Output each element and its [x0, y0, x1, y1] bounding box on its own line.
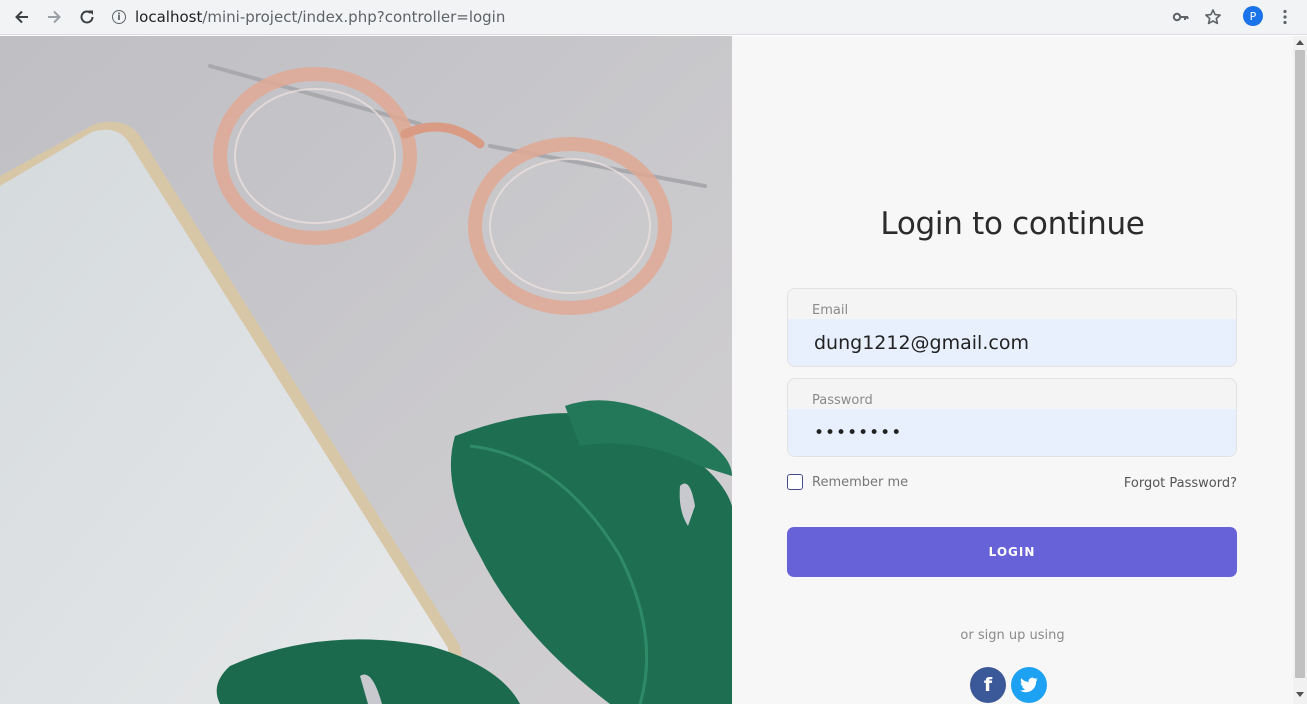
remember-me[interactable]: Remember me — [787, 474, 908, 490]
reload-icon[interactable] — [75, 5, 99, 29]
scroll-thumb[interactable] — [1295, 50, 1305, 678]
forgot-password-link[interactable]: Forgot Password? — [1124, 476, 1237, 491]
forward-icon[interactable] — [42, 5, 66, 29]
page: Login to continue Email dung1212@gmail.c… — [0, 36, 1293, 704]
photo-illustration — [0, 36, 732, 704]
address-bar[interactable]: i localhost/mini-project/index.php?contr… — [112, 5, 505, 29]
password-field[interactable]: Password •••••••• — [787, 378, 1237, 457]
login-panel: Login to continue Email dung1212@gmail.c… — [732, 36, 1293, 704]
login-button[interactable]: LOGIN — [787, 527, 1237, 577]
email-field[interactable]: Email dung1212@gmail.com — [787, 288, 1237, 367]
key-icon[interactable] — [1169, 5, 1193, 29]
scroll-down-arrow-icon[interactable] — [1296, 692, 1304, 697]
password-input[interactable]: •••••••• — [788, 409, 1236, 456]
signup-text: or sign up using — [960, 628, 1065, 643]
twitter-button[interactable] — [1011, 667, 1047, 703]
password-label: Password — [812, 393, 873, 408]
back-icon[interactable] — [10, 5, 34, 29]
more-vert-icon[interactable] — [1273, 5, 1297, 29]
url-host: localhost — [135, 8, 203, 26]
page-title: Login to continue — [880, 206, 1145, 242]
info-icon[interactable]: i — [112, 10, 126, 24]
remember-label[interactable]: Remember me — [812, 475, 908, 490]
remember-checkbox[interactable] — [787, 474, 803, 490]
facebook-button[interactable]: f — [970, 667, 1006, 703]
hero-photo — [0, 36, 732, 704]
email-input[interactable]: dung1212@gmail.com — [788, 319, 1236, 366]
scroll-up-arrow-icon[interactable] — [1296, 40, 1304, 45]
star-icon[interactable] — [1201, 5, 1225, 29]
profile-avatar[interactable]: P — [1243, 6, 1263, 26]
browser-toolbar: i localhost/mini-project/index.php?contr… — [0, 0, 1307, 35]
url-path: /mini-project/index.php?controller=login — [202, 8, 506, 26]
page-scrollbar[interactable] — [1293, 36, 1307, 704]
email-label: Email — [812, 303, 849, 318]
twitter-icon — [1020, 677, 1038, 693]
facebook-icon: f — [983, 674, 993, 696]
